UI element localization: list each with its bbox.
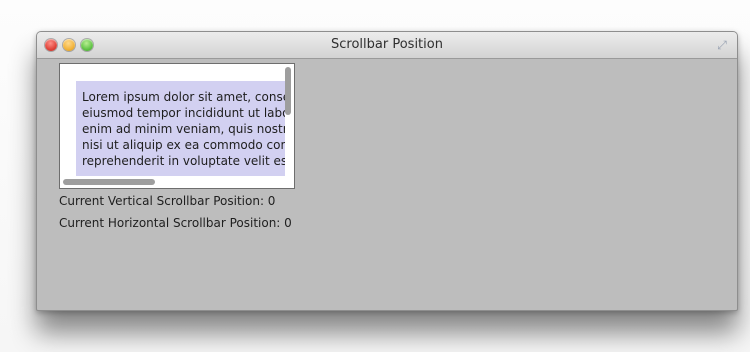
horizontal-position-label: Current Horizontal Scrollbar Position: 0 xyxy=(59,216,292,230)
text-line: reprehenderit in voluptate velit esse ci… xyxy=(82,154,285,168)
window-content: Lorem ipsum dolor sit amet, consectetur … xyxy=(37,59,737,310)
text-line: nisi ut aliquip ex ea commodo consequat.… xyxy=(82,138,285,152)
text-line: eiusmod tempor incididunt ut labore et d… xyxy=(82,106,285,120)
app-window: Scrollbar Position ⤢ Lorem ipsum dolor s… xyxy=(36,31,738,311)
horizontal-scrollbar-thumb[interactable] xyxy=(63,179,155,185)
text-line: enim ad minim veniam, quis nostrud exerc… xyxy=(82,122,285,136)
window-title: Scrollbar Position xyxy=(331,37,443,52)
scroll-pane[interactable]: Lorem ipsum dolor sit amet, consectetur … xyxy=(59,63,295,189)
text-area[interactable]: Lorem ipsum dolor sit amet, consectetur … xyxy=(76,81,285,176)
vertical-scrollbar-thumb[interactable] xyxy=(285,67,291,115)
desktop: Scrollbar Position ⤢ Lorem ipsum dolor s… xyxy=(0,0,750,352)
text-line: Lorem ipsum dolor sit amet, consectetur … xyxy=(82,90,285,104)
vertical-position-label: Current Vertical Scrollbar Position: 0 xyxy=(59,194,276,208)
title-bar[interactable]: Scrollbar Position ⤢ xyxy=(37,32,737,59)
fullscreen-icon[interactable]: ⤢ xyxy=(715,38,729,52)
